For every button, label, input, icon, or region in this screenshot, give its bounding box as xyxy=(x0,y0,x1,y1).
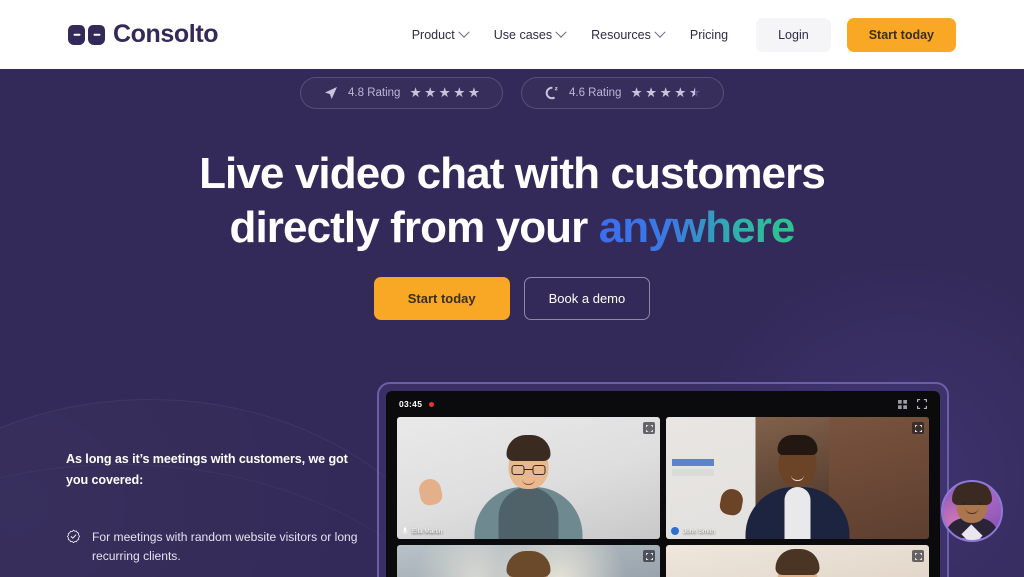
expand-icon[interactable] xyxy=(912,422,924,434)
chevron-down-icon xyxy=(458,26,470,38)
start-today-nav-button[interactable]: Start today xyxy=(846,17,956,52)
participant-name-label: Ella Martin xyxy=(402,527,442,535)
expand-icon[interactable] xyxy=(643,550,655,562)
laptop-mockup: 03:45 Ella Martin John Smith xyxy=(377,382,949,577)
left-copy-heading: As long as it’s meetings with customers,… xyxy=(66,452,348,487)
rating-badges: 4.8 Rating ★ ★ ★ ★ ★ 4.6 Rating ★ ★ ★ ★ … xyxy=(0,77,1024,109)
video-call-toolbar: 03:45 xyxy=(386,391,940,417)
star-icon: ★ xyxy=(438,85,451,101)
rating-badge-capterra[interactable]: 4.8 Rating ★ ★ ★ ★ ★ xyxy=(300,77,503,109)
check-badge-icon xyxy=(66,529,81,544)
nav-item-resources[interactable]: Resources xyxy=(581,20,674,50)
participant-grid: Ella Martin John Smith xyxy=(386,417,940,577)
call-timer: 03:45 xyxy=(399,399,423,409)
brand-logo[interactable]: Consolto xyxy=(68,20,219,49)
headline-highlight: anywhere xyxy=(598,203,796,252)
feature-bullet: For meetings with random website visitor… xyxy=(66,528,366,566)
agent-avatar-icon xyxy=(943,482,1001,540)
chevron-down-icon xyxy=(555,26,567,38)
nav-label: Product xyxy=(411,27,455,42)
participant-tile[interactable]: John Smith xyxy=(666,417,929,539)
start-today-hero-button[interactable]: Start today xyxy=(373,277,510,320)
star-icon: ★ xyxy=(453,85,466,101)
nav-label: Pricing xyxy=(689,27,729,42)
hero-left-copy: As long as it’s meetings with customers,… xyxy=(66,449,366,566)
hero-cta-group: Start today Book a demo xyxy=(0,277,1024,320)
headline-line-1: Live video chat with customers xyxy=(199,149,826,198)
star-icon: ★ xyxy=(424,85,437,101)
site-header: Consolto Product Use cases Resources Pri… xyxy=(0,0,1024,69)
nav-item-use-cases[interactable]: Use cases xyxy=(484,20,575,50)
chevron-down-icon xyxy=(654,26,666,38)
mic-icon xyxy=(402,527,408,535)
avatar-icon xyxy=(671,527,679,535)
star-icon: ★ xyxy=(467,85,480,101)
rating-score: 4.6 Rating xyxy=(569,87,622,99)
chat-widget-avatar-button[interactable] xyxy=(941,480,1003,542)
g2-logo-icon xyxy=(545,86,558,100)
main-navigation: Product Use cases Resources Pricing Logi… xyxy=(402,17,956,52)
grid-layout-icon[interactable] xyxy=(898,399,907,409)
brand-name: Consolto xyxy=(113,20,219,48)
nav-item-pricing[interactable]: Pricing xyxy=(680,20,738,50)
star-icon: ★ xyxy=(645,85,658,101)
video-call-screen: 03:45 Ella Martin John Smith xyxy=(386,391,940,577)
capterra-arrow-icon xyxy=(325,87,338,99)
star-icon: ★ xyxy=(409,85,422,101)
headline-line-2: directly from your xyxy=(229,203,599,252)
participant-name-label: John Smith xyxy=(671,527,715,535)
star-icon: ★ xyxy=(674,85,687,101)
star-icon: ★ xyxy=(630,85,643,101)
star-rating: ★ ★ ★ ★ ★ xyxy=(630,86,701,100)
rec-dot-icon xyxy=(429,401,435,407)
participant-tile[interactable] xyxy=(666,545,929,577)
hero-section: 4.8 Rating ★ ★ ★ ★ ★ 4.6 Rating ★ ★ ★ ★ … xyxy=(0,69,1024,577)
fullscreen-icon[interactable] xyxy=(917,399,927,409)
login-button[interactable]: Login xyxy=(756,17,831,52)
page-root: Consolto Product Use cases Resources Pri… xyxy=(0,0,1024,577)
feature-bullet-text: For meetings with random website visitor… xyxy=(92,530,358,563)
consolto-logo-icon xyxy=(68,24,105,45)
hero-headline: Live video chat with customers directly … xyxy=(0,147,1024,255)
rating-score: 4.8 Rating xyxy=(348,87,401,99)
participant-tile[interactable] xyxy=(397,545,660,577)
rating-badge-g2[interactable]: 4.6 Rating ★ ★ ★ ★ ★ xyxy=(521,77,724,109)
star-rating: ★ ★ ★ ★ ★ xyxy=(409,86,480,100)
participant-tile[interactable]: Ella Martin xyxy=(397,417,660,539)
participant-name: Ella Martin xyxy=(412,527,443,535)
star-half-icon: ★ xyxy=(688,85,701,101)
book-a-demo-button[interactable]: Book a demo xyxy=(523,277,651,320)
star-icon: ★ xyxy=(659,85,672,101)
expand-icon[interactable] xyxy=(912,550,924,562)
expand-icon[interactable] xyxy=(643,422,655,434)
participant-name: John Smith xyxy=(683,527,715,535)
nav-label: Resources xyxy=(591,27,651,42)
nav-label: Use cases xyxy=(493,27,553,42)
nav-item-product[interactable]: Product xyxy=(402,20,478,50)
